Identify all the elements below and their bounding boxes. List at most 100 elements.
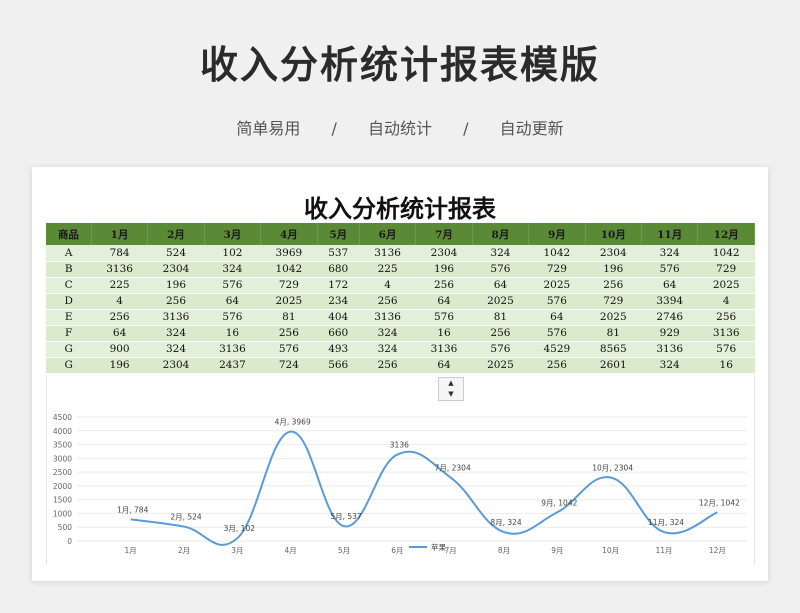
table-cell[interactable]: 64 — [415, 293, 473, 310]
table-cell[interactable]: 16 — [415, 325, 473, 342]
table-cell[interactable]: 900 — [91, 341, 148, 358]
table-cell[interactable]: 8565 — [585, 341, 642, 358]
table-cell[interactable]: 324 — [641, 245, 698, 262]
table-cell[interactable]: 1042 — [697, 245, 755, 262]
table-cell[interactable]: B — [46, 261, 92, 278]
table-cell[interactable]: 324 — [147, 341, 205, 358]
table-cell[interactable]: 64 — [204, 293, 261, 310]
table-cell[interactable]: 16 — [697, 357, 755, 374]
table-cell[interactable]: 3136 — [641, 341, 698, 358]
table-cell[interactable]: 729 — [528, 261, 586, 278]
table-cell[interactable]: E — [46, 309, 92, 326]
table-cell[interactable]: 64 — [528, 309, 586, 326]
table-cell[interactable]: 324 — [204, 261, 261, 278]
table-cell[interactable]: 2601 — [585, 357, 642, 374]
table-cell[interactable]: 324 — [147, 325, 205, 342]
table-cell[interactable]: 3969 — [260, 245, 318, 262]
table-cell[interactable]: 2304 — [147, 261, 205, 278]
table-cell[interactable]: 234 — [317, 293, 360, 310]
table-cell[interactable]: 4 — [697, 293, 755, 310]
table-cell[interactable]: 256 — [359, 293, 416, 310]
table-cell[interactable]: 3136 — [204, 341, 261, 358]
table-cell[interactable]: 576 — [204, 277, 261, 294]
table-cell[interactable]: 64 — [641, 277, 698, 294]
table-cell[interactable]: 256 — [697, 309, 755, 326]
table-cell[interactable]: 404 — [317, 309, 360, 326]
table-cell[interactable]: 256 — [415, 277, 473, 294]
table-cell[interactable]: 3394 — [641, 293, 698, 310]
table-cell[interactable]: 2025 — [260, 293, 318, 310]
table-cell[interactable]: 524 — [147, 245, 205, 262]
table-cell[interactable]: 225 — [91, 277, 148, 294]
table-cell[interactable]: 4 — [359, 277, 416, 294]
table-cell[interactable]: 2025 — [528, 277, 586, 294]
table-cell[interactable]: 324 — [472, 245, 529, 262]
table-cell[interactable]: 256 — [359, 357, 416, 374]
table-cell[interactable]: 256 — [528, 357, 586, 374]
table-cell[interactable]: 2025 — [472, 293, 529, 310]
table-cell[interactable]: 2304 — [147, 357, 205, 374]
table-cell[interactable]: 576 — [528, 325, 586, 342]
table-cell[interactable]: 196 — [415, 261, 473, 278]
table-cell[interactable]: 324 — [641, 357, 698, 374]
table-cell[interactable]: 196 — [585, 261, 642, 278]
table-cell[interactable]: 64 — [472, 277, 529, 294]
table-cell[interactable]: 3136 — [415, 341, 473, 358]
table-cell[interactable]: 172 — [317, 277, 360, 294]
table-cell[interactable]: 2437 — [204, 357, 261, 374]
table-cell[interactable]: 324 — [359, 341, 416, 358]
spin-down-icon[interactable]: ▼ — [439, 389, 463, 400]
table-cell[interactable]: 2304 — [585, 245, 642, 262]
table-cell[interactable]: 680 — [317, 261, 360, 278]
table-cell[interactable]: 493 — [317, 341, 360, 358]
spin-up-icon[interactable]: ▲ — [439, 378, 463, 389]
table-cell[interactable]: 102 — [204, 245, 261, 262]
table-cell[interactable]: 225 — [359, 261, 416, 278]
table-cell[interactable]: 4 — [91, 293, 148, 310]
table-cell[interactable]: 2025 — [472, 357, 529, 374]
table-cell[interactable]: G — [46, 341, 92, 358]
table-cell[interactable]: 81 — [585, 325, 642, 342]
table-cell[interactable]: 1042 — [528, 245, 586, 262]
table-cell[interactable]: 256 — [147, 293, 205, 310]
table-cell[interactable]: 929 — [641, 325, 698, 342]
table-cell[interactable]: 576 — [472, 261, 529, 278]
table-cell[interactable]: 576 — [528, 293, 586, 310]
table-cell[interactable]: 256 — [472, 325, 529, 342]
table-cell[interactable]: 576 — [204, 309, 261, 326]
table-cell[interactable]: 64 — [91, 325, 148, 342]
table-cell[interactable]: D — [46, 293, 92, 310]
table-cell[interactable]: 576 — [415, 309, 473, 326]
table-cell[interactable]: 576 — [472, 341, 529, 358]
table-cell[interactable]: 660 — [317, 325, 360, 342]
table-cell[interactable]: 3136 — [359, 245, 416, 262]
table-cell[interactable]: 324 — [359, 325, 416, 342]
table-cell[interactable]: 16 — [204, 325, 261, 342]
scroll-spinner[interactable]: ▲ ▼ — [438, 377, 464, 401]
table-cell[interactable]: C — [46, 277, 92, 294]
table-cell[interactable]: 3136 — [359, 309, 416, 326]
table-cell[interactable]: 576 — [641, 261, 698, 278]
table-cell[interactable]: 196 — [91, 357, 148, 374]
table-cell[interactable]: 576 — [260, 341, 318, 358]
table-cell[interactable]: 729 — [697, 261, 755, 278]
table-cell[interactable]: 537 — [317, 245, 360, 262]
table-cell[interactable]: 256 — [260, 325, 318, 342]
table-cell[interactable]: 256 — [585, 277, 642, 294]
table-cell[interactable]: 1042 — [260, 261, 318, 278]
table-cell[interactable]: 724 — [260, 357, 318, 374]
table-cell[interactable]: 196 — [147, 277, 205, 294]
table-cell[interactable]: 3136 — [697, 325, 755, 342]
table-cell[interactable]: 81 — [260, 309, 318, 326]
table-cell[interactable]: G — [46, 357, 92, 374]
table-cell[interactable]: 2304 — [415, 245, 473, 262]
table-cell[interactable]: 566 — [317, 357, 360, 374]
table-cell[interactable]: 3136 — [147, 309, 205, 326]
table-cell[interactable]: A — [46, 245, 92, 262]
table-cell[interactable]: 3136 — [91, 261, 148, 278]
table-cell[interactable]: 4529 — [528, 341, 586, 358]
table-cell[interactable]: 2025 — [585, 309, 642, 326]
table-cell[interactable]: 729 — [260, 277, 318, 294]
table-cell[interactable]: F — [46, 325, 92, 342]
table-cell[interactable]: 256 — [91, 309, 148, 326]
